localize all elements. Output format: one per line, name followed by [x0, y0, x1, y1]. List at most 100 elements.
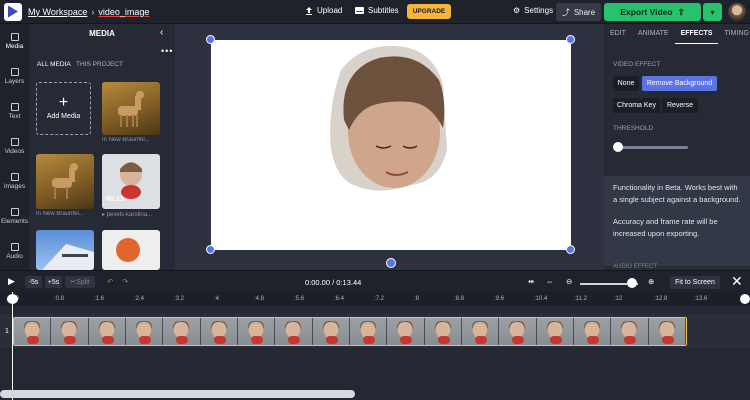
beta-info-box: Functionality in Beta. Works best with a…: [604, 176, 750, 266]
playhead-handle[interactable]: [7, 294, 18, 304]
media-thumbnail[interactable]: [36, 154, 94, 209]
threshold-slider-track[interactable]: [620, 146, 688, 149]
app-logo-icon[interactable]: [4, 2, 22, 21]
split-button[interactable]: ✂ Split: [65, 276, 95, 288]
settings-button[interactable]: ⚙ Settings: [513, 6, 553, 15]
ruler-tick: :1.6: [94, 296, 105, 302]
subtitles-button[interactable]: Subtitles: [355, 6, 399, 15]
sidebar-item-layers[interactable]: Layers: [0, 59, 29, 94]
snap-icon[interactable]: ⇹: [528, 277, 534, 286]
threshold-slider-handle[interactable]: [613, 142, 623, 152]
tab-edit[interactable]: EDIT: [604, 30, 632, 44]
sidebar-item-audio[interactable]: Audio: [0, 234, 29, 269]
sidebar-item-videos[interactable]: Videos: [0, 129, 29, 164]
track-row: 1: [0, 314, 750, 348]
ruler-tick: :0.8: [54, 296, 65, 302]
resize-handle-bottom-left[interactable]: [206, 245, 215, 254]
sidebar-item-media[interactable]: Media: [0, 24, 29, 59]
ruler-tick: :3.2: [174, 296, 185, 302]
playhead[interactable]: [12, 292, 13, 400]
tab-effects[interactable]: EFFECTS: [674, 30, 719, 44]
tab-all-media[interactable]: ALL MEDIA: [37, 61, 71, 68]
deer-image: [118, 91, 144, 127]
upgrade-button[interactable]: UPGRADE: [407, 4, 451, 19]
sidebar-item-elements[interactable]: Elements: [0, 199, 29, 234]
video-clip[interactable]: [13, 317, 687, 346]
redo-icon[interactable]: ↷: [122, 277, 128, 286]
timeline-toolbar: ▶ -5s +5s ✂ Split ↶ ↷ 0:00.00 / 0:13.44 …: [0, 270, 750, 292]
skip-forward-button[interactable]: +5s: [45, 276, 62, 288]
clip-frame: [611, 318, 649, 345]
ruler-tick: :2.4: [134, 296, 145, 302]
media-panel: MEDIA ‹ ••• ALL MEDIA THIS PROJECT + Add…: [29, 24, 200, 270]
sidebar-item-label: Media: [5, 43, 24, 50]
media-thumbnail[interactable]: [102, 82, 160, 135]
fit-to-screen-button[interactable]: Fit to Screen: [670, 276, 720, 289]
video-duration: 00:13: [106, 196, 124, 203]
ruler-tick: :12: [614, 296, 623, 302]
effect-reverse-button[interactable]: Reverse: [662, 98, 698, 113]
resize-handle-top-right[interactable]: [566, 35, 575, 44]
subtitles-icon: [355, 7, 364, 14]
collapse-panel-chevron-left-icon[interactable]: ‹: [160, 27, 163, 38]
zoom-in-icon[interactable]: ⊕: [648, 277, 654, 286]
workspace-link[interactable]: My Workspace: [28, 7, 87, 17]
resize-handle-top-left[interactable]: [206, 35, 215, 44]
clip-frame: [312, 318, 350, 345]
timeline-ruler[interactable]: :0 :0.8 :1.6 :2.4 :3.2 :4 :4.8 :5.6 :6.4…: [0, 292, 750, 306]
video-canvas[interactable]: [211, 40, 571, 250]
clip-frame: [499, 318, 537, 345]
building-image: [42, 244, 94, 270]
sidebar-item-text[interactable]: Text: [0, 94, 29, 129]
avatar[interactable]: [728, 3, 746, 21]
tab-timing[interactable]: TIMING: [718, 30, 750, 44]
skip-back-button[interactable]: -5s: [25, 276, 42, 288]
split-view-icon[interactable]: ⇔: [546, 277, 554, 286]
timecode: 0:00.00 / 0:13.44: [305, 278, 362, 287]
tab-this-project[interactable]: THIS PROJECT: [76, 61, 123, 68]
ruler-tick: :6.4: [334, 296, 345, 302]
timeline-scrollbar[interactable]: [0, 390, 355, 398]
ruler-tick: :13.6: [694, 296, 708, 302]
more-options-icon[interactable]: •••: [161, 46, 173, 56]
clip-frame: [163, 318, 201, 345]
resize-handle-bottom-right[interactable]: [566, 245, 575, 254]
clip-frame: [387, 318, 425, 345]
tab-animate[interactable]: ANIMATE: [632, 30, 675, 44]
export-icon: ⇧: [677, 6, 685, 17]
canvas-area: [175, 24, 604, 270]
share-icon: ⤴: [561, 7, 570, 17]
media-panel-title: MEDIA: [89, 29, 115, 38]
media-filename: In New Braunfel...: [36, 211, 84, 217]
effect-none-button[interactable]: None: [613, 76, 639, 91]
add-media-label: Add Media: [46, 113, 81, 120]
share-button[interactable]: ⤴ Share: [556, 3, 601, 21]
close-icon[interactable]: ✕: [731, 273, 743, 290]
clip-frame: [648, 318, 686, 345]
ruler-tick: :12.8: [654, 296, 668, 302]
media-thumbnail[interactable]: [36, 230, 94, 270]
zoom-out-icon[interactable]: ⊖: [566, 277, 572, 286]
effect-chroma-key-button[interactable]: Chroma Key: [613, 98, 660, 113]
media-thumbnail[interactable]: [102, 230, 160, 270]
media-thumbnail[interactable]: 00:13: [102, 154, 160, 209]
sidebar-item-images[interactable]: Images: [0, 164, 29, 199]
play-icon[interactable]: ▶: [8, 276, 15, 287]
rotate-handle[interactable]: [386, 258, 396, 268]
gear-icon: ⚙: [513, 6, 521, 15]
properties-tabs: EDIT ANIMATE EFFECTS TIMING: [604, 30, 750, 44]
subject-head-image: [330, 45, 447, 191]
export-video-button[interactable]: Export Video ⇧: [604, 3, 701, 21]
add-media-button[interactable]: + Add Media: [36, 82, 91, 135]
timeline: ▶ -5s +5s ✂ Split ↶ ↷ 0:00.00 / 0:13.44 …: [0, 270, 750, 400]
threshold-heading: THRESHOLD: [613, 125, 654, 132]
clip-frame: [14, 318, 52, 345]
timeline-end-handle[interactable]: [740, 294, 750, 304]
undo-icon[interactable]: ↶: [107, 277, 113, 286]
clip-frame: [237, 318, 276, 345]
export-options-chevron-down-icon[interactable]: ▾: [703, 3, 722, 21]
upload-button[interactable]: Upload: [305, 6, 342, 15]
effect-remove-background-button[interactable]: Remove Background: [642, 76, 717, 91]
zoom-slider-handle[interactable]: [627, 278, 637, 288]
project-title[interactable]: video_image: [98, 7, 149, 17]
